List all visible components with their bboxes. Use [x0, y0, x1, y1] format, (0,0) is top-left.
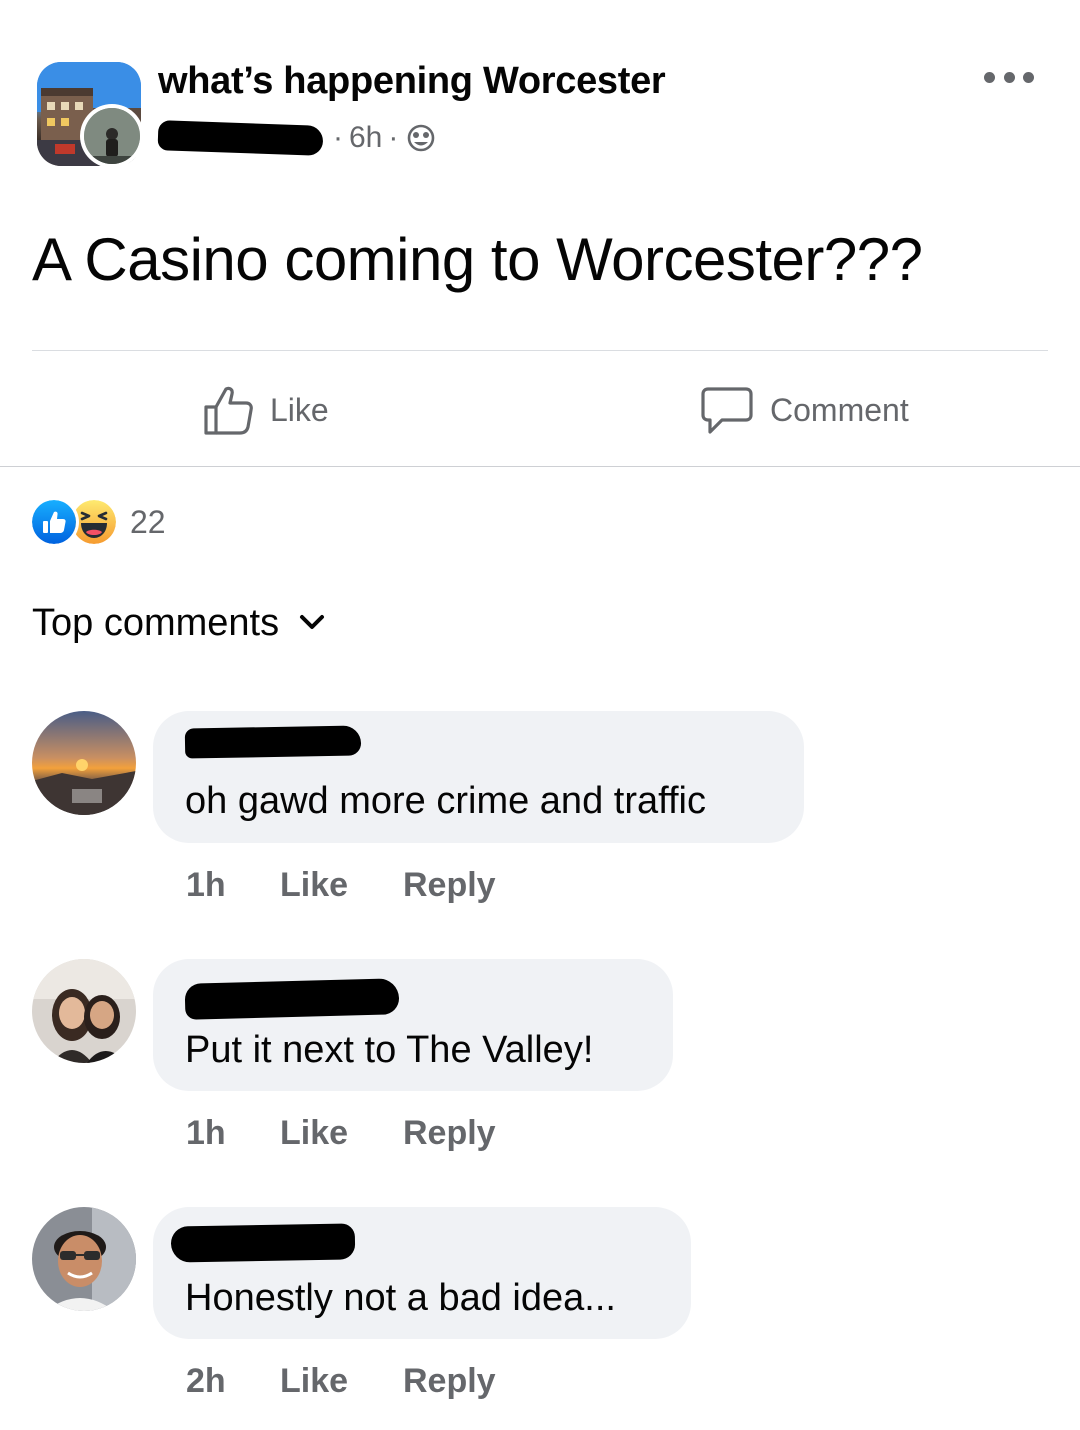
- comment-reply-button[interactable]: Reply: [403, 1114, 496, 1153]
- comment-icon: [701, 387, 753, 434]
- comments-sort-label: Top comments: [32, 601, 280, 644]
- group-name[interactable]: what’s happening Worcester: [158, 56, 666, 106]
- chevron-down-icon: [300, 615, 325, 629]
- separator: ·: [333, 121, 343, 154]
- comment-time[interactable]: 1h: [186, 866, 280, 905]
- like-button[interactable]: Like: [202, 380, 329, 440]
- like-reaction-icon: [32, 500, 76, 544]
- comment-actions: 1h Like Reply: [186, 1110, 496, 1156]
- redacted-commenter-name: [184, 725, 362, 759]
- divider: [32, 350, 1048, 351]
- commenter-avatar[interactable]: [32, 959, 136, 1063]
- comment-time[interactable]: 2h: [186, 1362, 280, 1401]
- comment-bubble[interactable]: oh gawd more crime and traffic: [153, 711, 804, 843]
- comment-like-button[interactable]: Like: [280, 1362, 403, 1401]
- divider: [0, 466, 1080, 467]
- redacted-commenter-name: [170, 1223, 356, 1263]
- haha-reaction-icon: [72, 500, 116, 544]
- comment-text: Honestly not a bad idea...: [185, 1277, 616, 1319]
- post-text: A Casino coming to Worcester???: [32, 226, 923, 293]
- commenter-avatar[interactable]: [32, 711, 136, 815]
- author-avatar[interactable]: [80, 104, 144, 168]
- thumbs-up-icon: [204, 386, 253, 435]
- comment-text: oh gawd more crime and traffic: [185, 780, 706, 822]
- redacted-commenter-name: [184, 978, 400, 1020]
- comments-sort-dropdown[interactable]: Top comments: [32, 598, 325, 648]
- comment-reply-button[interactable]: Reply: [403, 866, 496, 905]
- comment-text: Put it next to The Valley!: [185, 1029, 594, 1071]
- post-time[interactable]: 6h: [349, 121, 382, 155]
- comment-bubble[interactable]: Honestly not a bad idea...: [153, 1207, 691, 1339]
- comment-bubble[interactable]: Put it next to The Valley!: [153, 959, 673, 1091]
- comment-actions: 1h Like Reply: [186, 862, 496, 908]
- more-options-icon[interactable]: [984, 60, 1034, 94]
- comment-like-button[interactable]: Like: [280, 866, 403, 905]
- post-meta: · 6h ·: [157, 116, 436, 160]
- comment-button[interactable]: Comment: [700, 380, 909, 440]
- comment-like-button[interactable]: Like: [280, 1114, 403, 1153]
- separator: ·: [388, 121, 399, 154]
- globe-icon: [408, 124, 435, 152]
- comment-time[interactable]: 1h: [186, 1114, 280, 1153]
- like-label: Like: [270, 391, 329, 428]
- redacted-author-name: [157, 120, 324, 156]
- reactions-summary[interactable]: 22: [32, 498, 166, 546]
- comment-reply-button[interactable]: Reply: [403, 1362, 496, 1401]
- comment-actions: 2h Like Reply: [186, 1358, 496, 1404]
- comment-label: Comment: [770, 391, 909, 428]
- reaction-count: 22: [130, 503, 166, 540]
- commenter-avatar[interactable]: [32, 1207, 136, 1311]
